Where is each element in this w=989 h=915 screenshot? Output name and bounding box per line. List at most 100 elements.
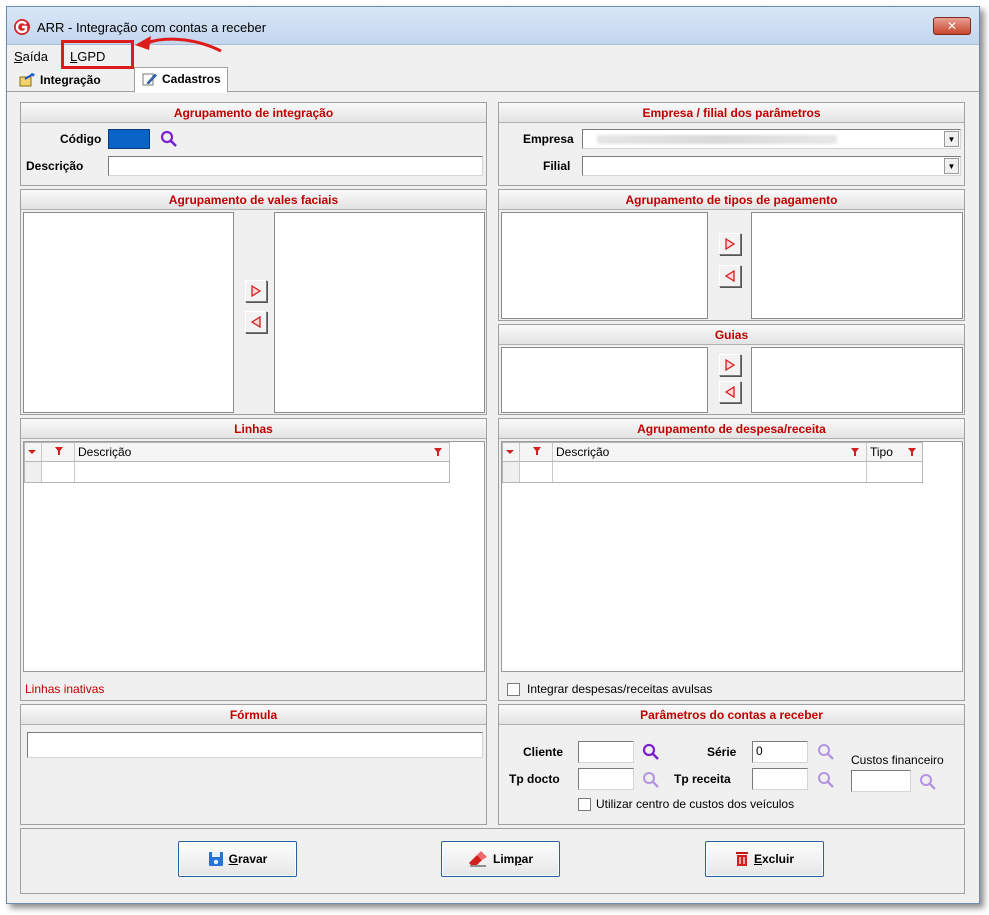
tp-docto-label: Tp docto	[509, 772, 560, 786]
tp-receita-search-icon[interactable]	[817, 771, 835, 789]
empresa-value-redacted	[597, 135, 837, 144]
vales-faciais-panel: Agrupamento de vales faciais	[20, 189, 487, 415]
tp-docto-input[interactable]	[578, 768, 634, 790]
vales-add-button[interactable]	[245, 280, 267, 302]
descricao-input[interactable]	[108, 156, 483, 176]
despesa-receita-header: Agrupamento de despesa/receita	[499, 419, 964, 439]
empresa-filial-panel: Empresa / filial dos parâmetros Empresa …	[498, 102, 965, 186]
excluir-button[interactable]: Excluir	[705, 841, 824, 877]
linhas-col-descricao[interactable]: Descrição	[75, 443, 450, 461]
tab-cadastros-label: Cadastros	[162, 72, 221, 86]
despesa-col-descricao[interactable]: Descrição	[553, 443, 867, 461]
agrupamento-integracao-panel: Agrupamento de integração Código Descriç…	[20, 102, 487, 186]
serie-search-icon[interactable]	[817, 743, 835, 761]
tipos-pagamento-available-list[interactable]	[501, 212, 708, 319]
custos-financeiro-input[interactable]	[851, 770, 911, 792]
filter-icon[interactable]	[907, 447, 917, 457]
row-indicator	[503, 462, 520, 482]
guias-panel: Guias	[498, 324, 965, 415]
formula-panel: Fórmula	[20, 704, 487, 825]
codigo-search-icon[interactable]	[160, 130, 178, 148]
filial-select[interactable]: ▼	[582, 156, 961, 176]
custos-search-icon[interactable]	[919, 773, 937, 791]
app-logo-icon	[14, 19, 30, 35]
tipos-pagamento-panel: Agrupamento de tipos de pagamento	[498, 189, 965, 321]
tipos-pagamento-header: Agrupamento de tipos de pagamento	[499, 190, 964, 210]
sort-icon[interactable]	[25, 443, 42, 461]
eraser-icon	[468, 851, 487, 867]
tp-docto-search-icon[interactable]	[642, 771, 660, 789]
close-button[interactable]: ✕	[933, 17, 971, 35]
row-divider	[74, 462, 75, 482]
lgpd-highlight-box	[61, 40, 134, 69]
cliente-input[interactable]	[578, 741, 634, 763]
tp-receita-label: Tp receita	[674, 772, 731, 786]
arrow-left-icon	[725, 270, 735, 282]
row-indicator	[25, 462, 42, 482]
tab-integracao-label: Integração	[40, 73, 101, 87]
parametros-panel: Parâmetros do contas a receber Cliente S…	[498, 704, 965, 825]
centro-custos-label: Utilizar centro de custos dos veículos	[596, 797, 795, 811]
arrow-left-icon	[725, 386, 735, 398]
codigo-input[interactable]	[108, 129, 150, 149]
empresa-filial-header: Empresa / filial dos parâmetros	[499, 103, 964, 123]
filter-icon[interactable]	[520, 443, 553, 461]
arrow-left-icon	[251, 316, 261, 328]
serie-input[interactable]: 0	[752, 741, 808, 763]
sort-icon[interactable]	[503, 443, 520, 461]
tab-cadastros[interactable]: Cadastros	[134, 67, 228, 93]
filter-icon[interactable]	[42, 443, 75, 461]
empresa-select[interactable]: ▼	[582, 129, 961, 149]
integrar-avulsas-checkbox[interactable]	[507, 683, 520, 696]
guias-add-button[interactable]	[719, 354, 741, 376]
linhas-inativas-link[interactable]: Linhas inativas	[25, 682, 104, 696]
annotation-arrow-icon	[135, 36, 222, 53]
empresa-label: Empresa	[523, 132, 574, 146]
app-window: ARR - Integração com contas a receber ✕ …	[6, 6, 980, 904]
filter-icon[interactable]	[850, 447, 860, 457]
formula-input[interactable]	[27, 732, 483, 758]
custos-financeiro-label: Custos financeiro	[851, 753, 944, 767]
row-divider	[866, 462, 867, 482]
filial-label: Filial	[543, 159, 571, 173]
guias-remove-button[interactable]	[719, 381, 741, 403]
tp-receita-input[interactable]	[752, 768, 808, 790]
arrow-right-icon	[251, 285, 261, 297]
limpar-button[interactable]: Limpar	[441, 841, 560, 877]
cliente-label: Cliente	[523, 745, 564, 759]
chevron-down-icon[interactable]: ▼	[944, 131, 959, 147]
centro-custos-checkbox[interactable]	[578, 798, 591, 811]
cliente-search-icon[interactable]	[642, 743, 660, 761]
despesa-col-tipo[interactable]: Tipo	[867, 443, 923, 461]
guias-available-list[interactable]	[501, 347, 708, 413]
arrow-right-icon	[725, 359, 735, 371]
save-icon	[208, 852, 223, 866]
tipos-pagamento-add-button[interactable]	[719, 233, 741, 255]
gravar-button[interactable]: Gravar	[178, 841, 297, 877]
despesa-receita-panel: Agrupamento de despesa/receita Descrição…	[498, 418, 965, 701]
linhas-grid[interactable]: Descrição	[23, 441, 485, 672]
tipos-pagamento-remove-button[interactable]	[719, 265, 741, 287]
menu-saida[interactable]: Saída	[14, 49, 48, 64]
guias-header: Guias	[499, 325, 964, 345]
pencil-icon	[142, 73, 157, 86]
linhas-panel: Linhas Descrição Linhas inativas	[20, 418, 487, 701]
despesa-receita-grid[interactable]: Descrição Tipo	[501, 441, 963, 672]
trash-icon	[735, 852, 748, 866]
codigo-label: Código	[60, 132, 102, 146]
parametros-header: Parâmetros do contas a receber	[499, 705, 964, 725]
integration-icon	[19, 73, 35, 87]
serie-label: Série	[707, 745, 737, 759]
guias-selected-list[interactable]	[751, 347, 963, 413]
tab-integracao[interactable]: Integração	[13, 69, 107, 91]
filter-icon[interactable]	[433, 447, 443, 457]
descricao-label: Descrição	[26, 159, 84, 173]
row-divider	[552, 462, 553, 482]
table-row[interactable]	[502, 462, 923, 483]
tipos-pagamento-selected-list[interactable]	[751, 212, 963, 319]
table-row[interactable]	[24, 462, 450, 483]
vales-faciais-available-list[interactable]	[23, 212, 234, 413]
vales-faciais-selected-list[interactable]	[274, 212, 485, 413]
chevron-down-icon[interactable]: ▼	[944, 158, 959, 174]
vales-remove-button[interactable]	[245, 311, 267, 333]
